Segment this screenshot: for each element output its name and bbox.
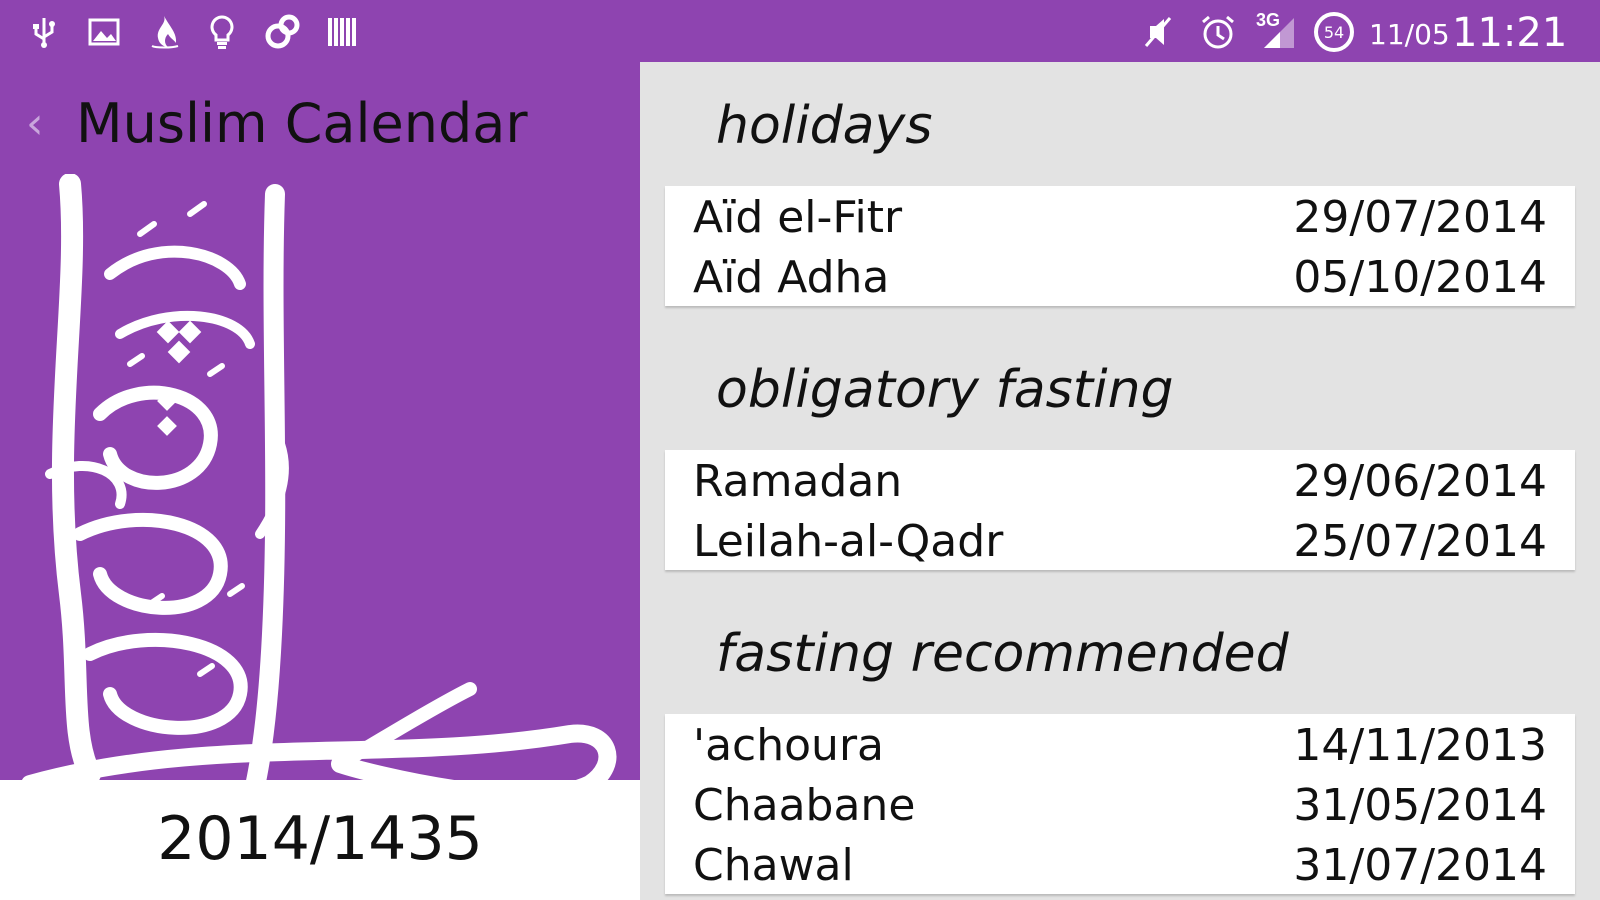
event-date: 14/11/2013 <box>1293 720 1547 771</box>
app-screen: 3G 54 11/05 11:21 ‹ Muslim Calendar 2014… <box>0 0 1600 900</box>
mute-icon <box>1138 12 1178 52</box>
alarm-icon <box>1198 12 1238 52</box>
section-card-obligatory-fasting: Ramadan 29/06/2014 Leilah-al-Qadr 25/07/… <box>665 450 1575 570</box>
battery-level: 54 <box>1324 23 1344 42</box>
event-name: 'achoura <box>693 720 884 771</box>
list-item[interactable]: 'achoura 14/11/2013 <box>665 714 1575 774</box>
event-date: 31/05/2014 <box>1293 780 1547 831</box>
event-name: Aïd el-Fitr <box>693 192 903 243</box>
event-date: 29/07/2014 <box>1293 192 1547 243</box>
year-label: 2014/1435 <box>157 804 483 874</box>
calligraphy-logo <box>21 174 617 824</box>
section-title-holidays: holidays <box>716 96 933 156</box>
signal-icon <box>1258 12 1298 52</box>
usb-icon <box>24 12 64 52</box>
event-name: Ramadan <box>693 456 903 507</box>
section-title-fasting-recommended: fasting recommended <box>716 624 1289 684</box>
event-date: 25/07/2014 <box>1293 516 1547 567</box>
list-item[interactable]: Leilah-al-Qadr 25/07/2014 <box>665 510 1575 570</box>
list-item[interactable]: Chawal 31/07/2014 <box>665 834 1575 894</box>
list-item[interactable]: Aïd Adha 05/10/2014 <box>665 246 1575 306</box>
lightbulb-icon <box>202 12 242 52</box>
chevron-left-icon[interactable]: ‹ <box>26 98 44 149</box>
list-item[interactable]: Chaabane 31/05/2014 <box>665 774 1575 834</box>
event-name: Leilah-al-Qadr <box>693 516 1004 567</box>
barcode-icon <box>322 12 362 52</box>
status-date: 11/05 <box>1369 18 1450 51</box>
event-date: 05/10/2014 <box>1293 252 1547 303</box>
left-pane: ‹ Muslim Calendar 2014/1435 <box>0 62 640 900</box>
event-name: Chawal <box>693 840 854 891</box>
status-bar: 3G 54 11/05 11:21 <box>0 0 1600 62</box>
image-icon <box>84 12 124 52</box>
list-item[interactable]: Ramadan 29/06/2014 <box>665 450 1575 510</box>
status-time: 11:21 <box>1452 10 1568 56</box>
event-date: 29/06/2014 <box>1293 456 1547 507</box>
sync-icon <box>262 12 302 52</box>
right-pane[interactable]: holidays Aïd el-Fitr 29/07/2014 Aïd Adha… <box>640 62 1600 900</box>
year-box: 2014/1435 <box>0 780 640 900</box>
section-card-holidays: Aïd el-Fitr 29/07/2014 Aïd Adha 05/10/20… <box>665 186 1575 306</box>
event-date: 31/07/2014 <box>1293 840 1547 891</box>
battery-icon: 54 <box>1312 10 1356 54</box>
section-card-fasting-recommended: 'achoura 14/11/2013 Chaabane 31/05/2014 … <box>665 714 1575 894</box>
app-title[interactable]: Muslim Calendar <box>76 92 528 155</box>
flame-app-icon <box>144 12 184 52</box>
event-name: Chaabane <box>693 780 916 831</box>
section-title-obligatory-fasting: obligatory fasting <box>716 360 1174 420</box>
event-name: Aïd Adha <box>693 252 890 303</box>
list-item[interactable]: Aïd el-Fitr 29/07/2014 <box>665 186 1575 246</box>
